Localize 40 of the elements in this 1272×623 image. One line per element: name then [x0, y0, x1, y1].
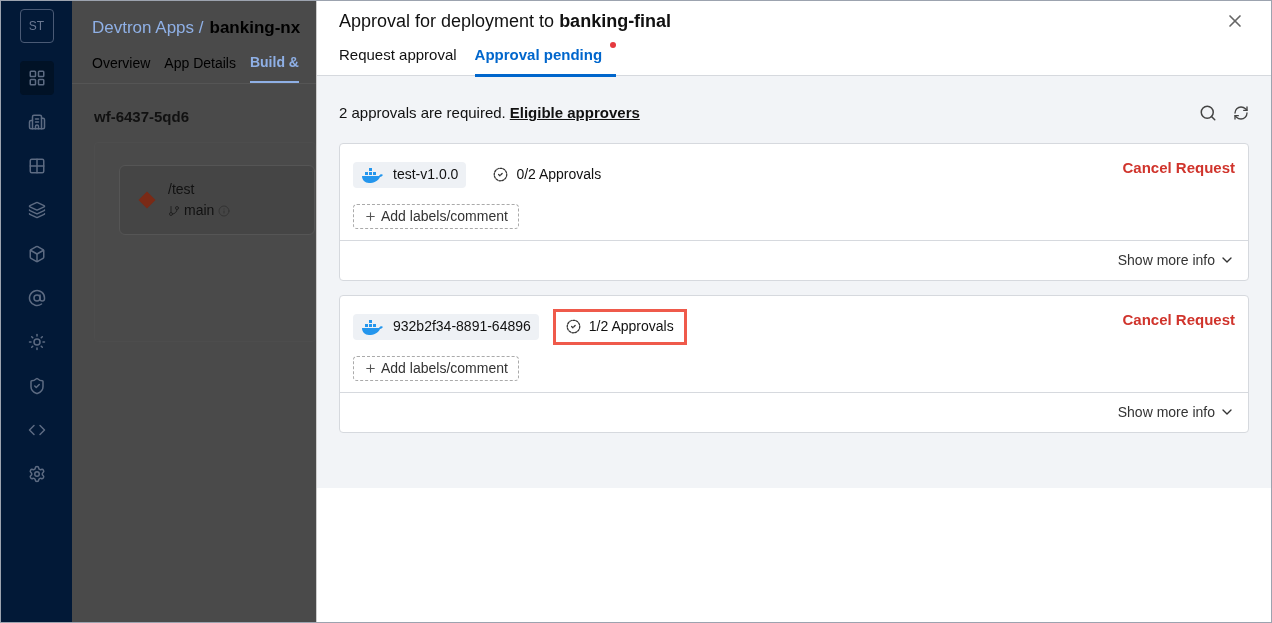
whale-icon: [361, 318, 383, 335]
show-more-info-button[interactable]: Show more info: [1117, 249, 1235, 271]
sun-icon: [27, 333, 46, 351]
drawer-title: Approval for deployment to banking-final: [339, 9, 672, 33]
refresh-icon: [1233, 105, 1249, 122]
cancel-request-button[interactable]: Cancel Request: [1122, 156, 1235, 179]
show-more-info-button[interactable]: Show more info: [1117, 401, 1235, 423]
grid-icon: [27, 157, 46, 175]
cancel-request-button[interactable]: Cancel Request: [1122, 308, 1235, 331]
cube-icon: [27, 245, 46, 263]
approval-check-icon: [565, 319, 581, 334]
app-name: banking-nx: [209, 17, 301, 39]
add-labels-button[interactable]: Add labels/comment: [353, 355, 519, 381]
building-icon: [27, 113, 46, 131]
add-labels-button[interactable]: Add labels/comment: [353, 203, 519, 229]
branch-icon: [168, 204, 180, 217]
layers-icon: [27, 201, 46, 219]
breadcrumb-link[interactable]: Devtron Apps /: [92, 15, 204, 41]
eligible-approvers-link[interactable]: Eligible approvers: [509, 102, 640, 125]
settings-icon: [27, 465, 46, 483]
sidebar-item[interactable]: [19, 61, 54, 95]
image-name: 932b2f34-8891-64896: [393, 317, 531, 336]
whale-icon: [361, 166, 383, 183]
approval-text: 0/2 Approvals: [516, 165, 602, 184]
plus-icon: [364, 361, 377, 375]
shield-check-icon: [27, 377, 46, 395]
image-name: test-v1.0.0: [393, 165, 459, 184]
grid-icon: [27, 69, 46, 87]
workflow-name: wf-6437-5qd6: [93, 106, 191, 127]
plus-icon: [364, 209, 377, 223]
search-icon: [1199, 104, 1217, 123]
app-tab[interactable]: Build &: [249, 51, 299, 83]
search-button[interactable]: [1199, 104, 1217, 123]
approval-summary: 2 approvals are required.: [339, 103, 506, 123]
drawer-tab[interactable]: Request approval: [339, 44, 457, 77]
app-logo: ST: [19, 9, 54, 43]
refresh-button[interactable]: [1233, 105, 1249, 122]
approval-check-icon: [493, 167, 509, 182]
at-sign-icon: [27, 289, 46, 307]
approval-text: 1/2 Approvals: [588, 317, 674, 336]
